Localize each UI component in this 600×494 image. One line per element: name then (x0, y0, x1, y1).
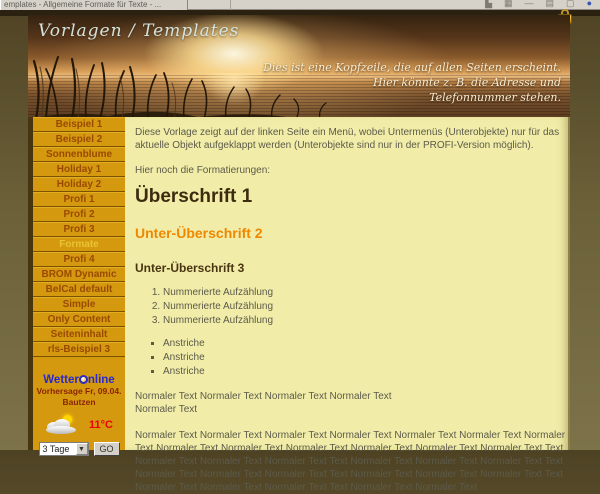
chevron-down-icon[interactable]: ▼ (76, 443, 88, 455)
heading-1: Überschrift 1 (135, 185, 556, 210)
tagline-line: Telefonnummer stehen. (263, 91, 561, 106)
toolbar-icon[interactable]: ▙ (485, 0, 492, 10)
logo-text-prefix: Wetter (43, 374, 79, 386)
numbered-list-item: Nummerierte Aufzählung (163, 300, 556, 313)
formats-label: Hier noch die Formatierungen: (135, 164, 556, 177)
heading-2: Unter-Überschrift 2 (135, 224, 556, 242)
numbered-list: Nummerierte AufzählungNummerierte Aufzäh… (163, 286, 556, 327)
normal-text-short: Normaler Text Normaler Text Normaler Tex… (135, 390, 556, 416)
normal-text-line1: Normaler Text Normaler Text Normaler Tex… (135, 391, 392, 402)
temperature-value: 11°C (89, 419, 113, 431)
sidebar-item[interactable]: Holiday 2 (33, 177, 125, 192)
sidebar-item[interactable]: Beispiel 2 (33, 132, 125, 147)
numbered-list-item: Nummerierte Aufzählung (163, 314, 556, 327)
heading-3: Unter-Überschrift 3 (135, 261, 556, 277)
forecast-label: Vorhersage Fr, 09.04. (33, 386, 125, 397)
sidebar-item[interactable]: Profi 3 (33, 222, 125, 237)
logo-text-suffix: nline (88, 374, 115, 386)
partly-cloudy-icon (45, 415, 79, 435)
sidebar-item[interactable]: BelCal default (33, 282, 125, 297)
sidebar-item[interactable]: BROM Dynamic (33, 267, 125, 282)
bullet-list: AnstricheAnstricheAnstriche (163, 337, 556, 378)
screenshot-root: { "browser": { "tab_title": "emplates - … (0, 0, 600, 450)
header-image: Vorlagen / Templates Dies ist eine Kopfz… (28, 15, 570, 117)
forecast-range-select[interactable]: 3 Tage ▼ (39, 442, 89, 456)
sidebar-item[interactable]: Only Content (33, 312, 125, 327)
sidebar-item[interactable]: Simple (33, 297, 125, 312)
toolbar-icon[interactable]: — (525, 0, 534, 10)
wetteronline-logo[interactable]: Wetter nline (33, 374, 125, 386)
forecast-city: Bautzen (33, 397, 125, 408)
normal-text-line2: Normaler Text (135, 404, 197, 415)
browser-toolbar: emplates - Allgemeine Formate für Texte … (0, 0, 600, 10)
normal-text-long: Normaler Text Normaler Text Normaler Tex… (135, 429, 573, 494)
sidebar-item[interactable]: Seiteninhalt (33, 327, 125, 342)
sidebar-item[interactable]: Sonnenblume (33, 147, 125, 162)
main-content: Diese Vorlage zeigt auf der linken Seite… (125, 117, 570, 450)
sidebar: Beispiel 1Beispiel 2SonnenblumeHoliday 1… (28, 117, 125, 450)
toolbar-icon[interactable]: ▦ (504, 0, 513, 10)
site-title: Vorlagen / Templates (38, 21, 239, 41)
select-value: 3 Tage (43, 444, 70, 454)
bullet-list-item: Anstriche (163, 351, 556, 364)
tagline-line: Dies ist eine Kopfzeile, die auf allen S… (263, 61, 561, 76)
sidebar-item[interactable]: Formate (33, 237, 125, 252)
bullet-list-item: Anstriche (163, 337, 556, 350)
sun-globe-icon (79, 375, 88, 384)
sidebar-item[interactable]: Holiday 1 (33, 162, 125, 177)
weather-widget: Wetter nline Vorhersage Fr, 09.04. Bautze… (33, 374, 125, 456)
sidebar-item[interactable]: Profi 1 (33, 192, 125, 207)
toolbar-separator (230, 0, 231, 10)
sidebar-item[interactable]: Profi 4 (33, 252, 125, 267)
sidebar-item[interactable]: Profi 2 (33, 207, 125, 222)
intro-paragraph: Diese Vorlage zeigt auf der linken Seite… (135, 126, 565, 152)
sidebar-menu: Beispiel 1Beispiel 2SonnenblumeHoliday 1… (33, 117, 125, 357)
go-button[interactable]: GO (94, 442, 120, 456)
header-tagline: Dies ist eine Kopfzeile, die auf allen S… (263, 61, 561, 106)
toolbar-icon[interactable]: ● (587, 0, 592, 10)
toolbar-icon[interactable]: ▤ (546, 0, 555, 10)
numbered-list-item: Nummerierte Aufzählung (163, 286, 556, 299)
bullet-list-item: Anstriche (163, 365, 556, 378)
toolbar-icon-group: ▙▦—▤▢● (485, 0, 592, 10)
tagline-line: Hier könnte z. B. die Adresse und (263, 76, 561, 91)
sidebar-item[interactable]: rls-Beispiel 3 (33, 342, 125, 357)
sidebar-item[interactable]: Beispiel 1 (33, 117, 125, 132)
browser-tab[interactable]: emplates - Allgemeine Formate für Texte … (0, 0, 188, 10)
